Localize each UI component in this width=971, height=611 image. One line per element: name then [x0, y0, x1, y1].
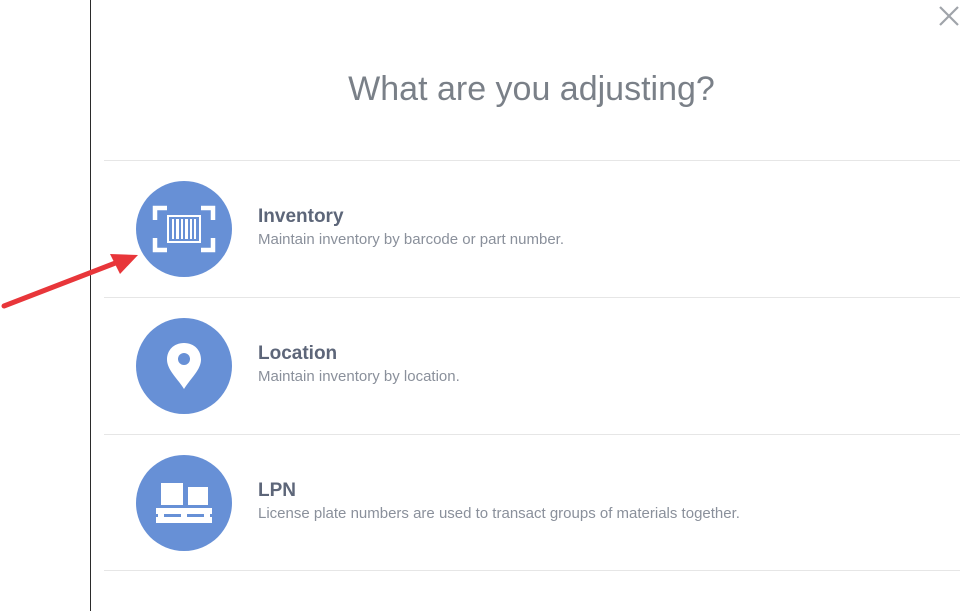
option-inventory[interactable]: Inventory Maintain inventory by barcode … — [104, 160, 960, 297]
dialog-title: What are you adjusting? — [348, 70, 715, 108]
location-icon-circle — [136, 318, 232, 414]
option-description: License plate numbers are used to transa… — [258, 505, 740, 522]
option-title: Inventory — [258, 206, 344, 227]
page: What are you adjusting? Inventory Mainta… — [0, 0, 971, 611]
close-button[interactable] — [937, 4, 961, 28]
barcode-scan-icon — [152, 205, 216, 253]
option-inventory-text: Inventory Maintain inventory by barcode … — [258, 206, 564, 251]
option-description: Maintain inventory by barcode or part nu… — [258, 231, 564, 248]
option-list: Inventory Maintain inventory by barcode … — [104, 160, 960, 571]
inventory-icon-circle — [136, 181, 232, 277]
option-location[interactable]: Location Maintain inventory by location. — [104, 297, 960, 434]
pallet-boxes-icon — [156, 483, 212, 523]
option-lpn-text: LPN License plate numbers are used to tr… — [258, 480, 740, 525]
option-lpn[interactable]: LPN License plate numbers are used to tr… — [104, 434, 960, 571]
adjustment-type-dialog: What are you adjusting? Inventory Mainta… — [90, 0, 971, 611]
option-location-text: Location Maintain inventory by location. — [258, 343, 460, 388]
map-pin-icon — [167, 343, 201, 389]
lpn-icon-circle — [136, 455, 232, 551]
option-description: Maintain inventory by location. — [258, 368, 460, 385]
close-icon — [939, 6, 959, 26]
option-title: LPN — [258, 480, 296, 501]
option-title: Location — [258, 343, 338, 364]
